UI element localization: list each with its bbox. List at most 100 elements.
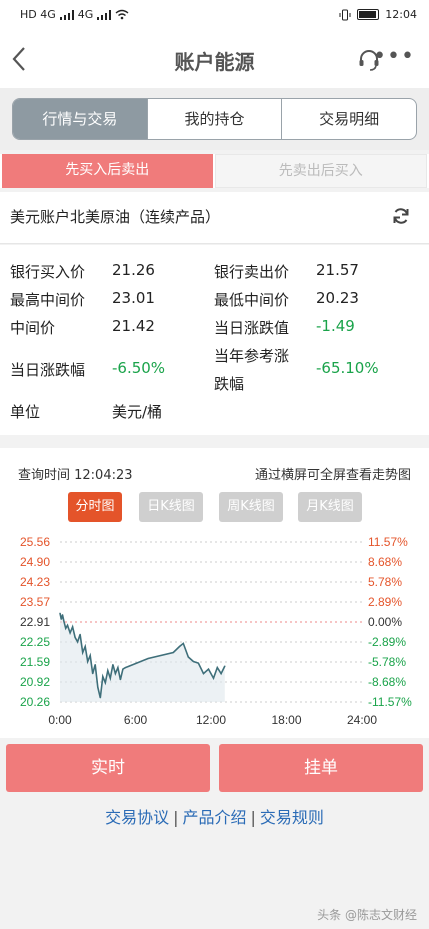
price-point <box>97 686 99 688</box>
battery-icon <box>357 9 380 20</box>
low-mid-label: 最低中间价 <box>214 291 290 309</box>
price-point <box>192 660 194 663</box>
y-tick-label: 23.57 <box>20 595 50 609</box>
price-point <box>66 624 69 626</box>
price-point <box>84 645 86 648</box>
query-time: 查询时间 12:04:23 <box>18 468 133 483</box>
price-point <box>82 651 84 654</box>
quote-panel: 银行买入价 21.26 银行卖出价 21.57 最高中间价 23.01 最低中间… <box>0 245 429 435</box>
price-point <box>112 663 114 666</box>
product-row: 美元账户北美原油（连续产品） <box>0 192 429 244</box>
price-point <box>77 641 79 643</box>
y-tick-label-pct: -5.78% <box>368 655 406 669</box>
intraday-chart[interactable]: 25.56 11.57% 24.90 8.68% 24.23 5.78% 23.57 2.89… <box>0 530 429 738</box>
x-tick-label: 24:00 <box>347 713 377 727</box>
watermark: 头条 @陈志文财经 <box>317 908 417 922</box>
price-point <box>114 673 116 675</box>
y-tick-label: 22.25 <box>20 635 50 649</box>
price-point <box>89 654 91 657</box>
price-area <box>60 613 225 702</box>
price-point <box>119 679 121 681</box>
price-point <box>94 663 96 666</box>
app-header: 账户能源 ••• <box>0 32 429 88</box>
price-point <box>104 682 106 684</box>
bank-buy-label: 银行买入价 <box>10 263 86 281</box>
tab-daily-kline[interactable]: 日K线图 <box>139 492 203 522</box>
price-point <box>60 618 62 620</box>
price-point <box>102 676 104 678</box>
segment-control: 行情与交易 我的持仓 交易明细 <box>12 98 417 140</box>
y-tick-label-pct: 0.00% <box>368 615 402 629</box>
price-point <box>178 645 181 648</box>
network-indicator: HD 4G <box>20 8 56 21</box>
high-mid-label: 最高中间价 <box>10 291 86 309</box>
mid-value: 21.42 <box>112 317 155 335</box>
unit-label: 单位 <box>10 403 41 421</box>
landscape-hint: 通过横屏可全屏查看走势图 <box>254 468 411 483</box>
price-point <box>79 633 81 635</box>
price-point <box>216 666 218 669</box>
price-point <box>99 697 101 699</box>
y-tick-label: 21.59 <box>20 655 50 669</box>
signal-icon-2 <box>97 9 112 20</box>
price-point <box>107 670 109 672</box>
tab-monthly-kline[interactable]: 月K线图 <box>298 492 362 522</box>
tab-trade-details[interactable]: 交易明细 <box>282 99 416 139</box>
tab-my-positions[interactable]: 我的持仓 <box>148 99 283 139</box>
price-point <box>147 657 149 660</box>
price-point <box>124 666 127 669</box>
price-point <box>109 677 111 679</box>
price-point <box>207 668 210 670</box>
price-point <box>71 626 74 628</box>
price-point <box>187 656 189 658</box>
tab-weekly-kline[interactable]: 周K线图 <box>219 492 283 522</box>
day-change-label: 当日涨跌值 <box>214 319 290 337</box>
segment-bar: 行情与交易 我的持仓 交易明细 <box>0 88 429 150</box>
price-point <box>172 651 174 654</box>
link-product-intro[interactable]: 产品介绍 <box>182 808 246 827</box>
link-separator: | <box>250 808 256 827</box>
link-trade-agreement[interactable]: 交易协议 <box>105 808 169 827</box>
day-pct-value: -6.50% <box>112 359 166 377</box>
x-tick-label: 0:00 <box>48 713 72 727</box>
low-mid-value: 20.23 <box>316 289 359 307</box>
y-tick-label: 20.26 <box>20 695 50 709</box>
price-point <box>220 673 222 675</box>
more-menu-icon[interactable]: ••• <box>373 44 415 69</box>
price-point <box>74 636 76 638</box>
price-point <box>87 660 89 663</box>
tab-market-trade[interactable]: 行情与交易 <box>13 99 148 139</box>
x-tick-label: 6:00 <box>124 713 148 727</box>
link-trade-rules[interactable]: 交易规则 <box>260 808 324 827</box>
day-change-value: -1.49 <box>316 317 355 335</box>
tab-buy-first[interactable]: 先买入后卖出 <box>2 154 213 188</box>
status-time: 12:04 <box>385 8 417 21</box>
y-tick-label: 24.90 <box>20 555 50 569</box>
pending-order-button[interactable]: 挂单 <box>219 744 423 792</box>
tab-sell-first[interactable]: 先卖出后买入 <box>214 154 427 188</box>
price-point <box>92 673 94 675</box>
price-point <box>212 677 215 679</box>
order-direction-tabs: 先买入后卖出 先卖出后买入 <box>0 154 429 188</box>
price-point <box>182 642 184 645</box>
vibrate-icon <box>339 9 351 20</box>
refresh-icon[interactable] <box>391 206 411 226</box>
day-pct-label: 当日涨跌幅 <box>10 361 86 379</box>
unit-value: 美元/桶 <box>112 403 163 421</box>
price-point <box>63 620 65 622</box>
realtime-button[interactable]: 实时 <box>6 744 210 792</box>
bank-sell-value: 21.57 <box>316 261 359 279</box>
price-point <box>197 662 200 664</box>
chart-card: 查询时间 12:04:23 通过横屏可全屏查看走势图 分时图 日K线图 周K线图… <box>0 448 429 738</box>
signal-icon <box>59 9 74 20</box>
mid-label: 中间价 <box>10 319 56 337</box>
tab-intraday[interactable]: 分时图 <box>68 492 122 522</box>
y-tick-label-pct: 11.57% <box>368 535 408 549</box>
year-pct-label: 当年参考涨 <box>214 347 290 365</box>
price-point <box>61 614 64 616</box>
price-point <box>65 627 67 629</box>
wifi-icon <box>115 9 129 20</box>
y-tick-label: 25.56 <box>20 535 50 549</box>
status-bar: HD 4G 4G 12:04 <box>0 0 429 32</box>
price-point <box>69 632 71 634</box>
